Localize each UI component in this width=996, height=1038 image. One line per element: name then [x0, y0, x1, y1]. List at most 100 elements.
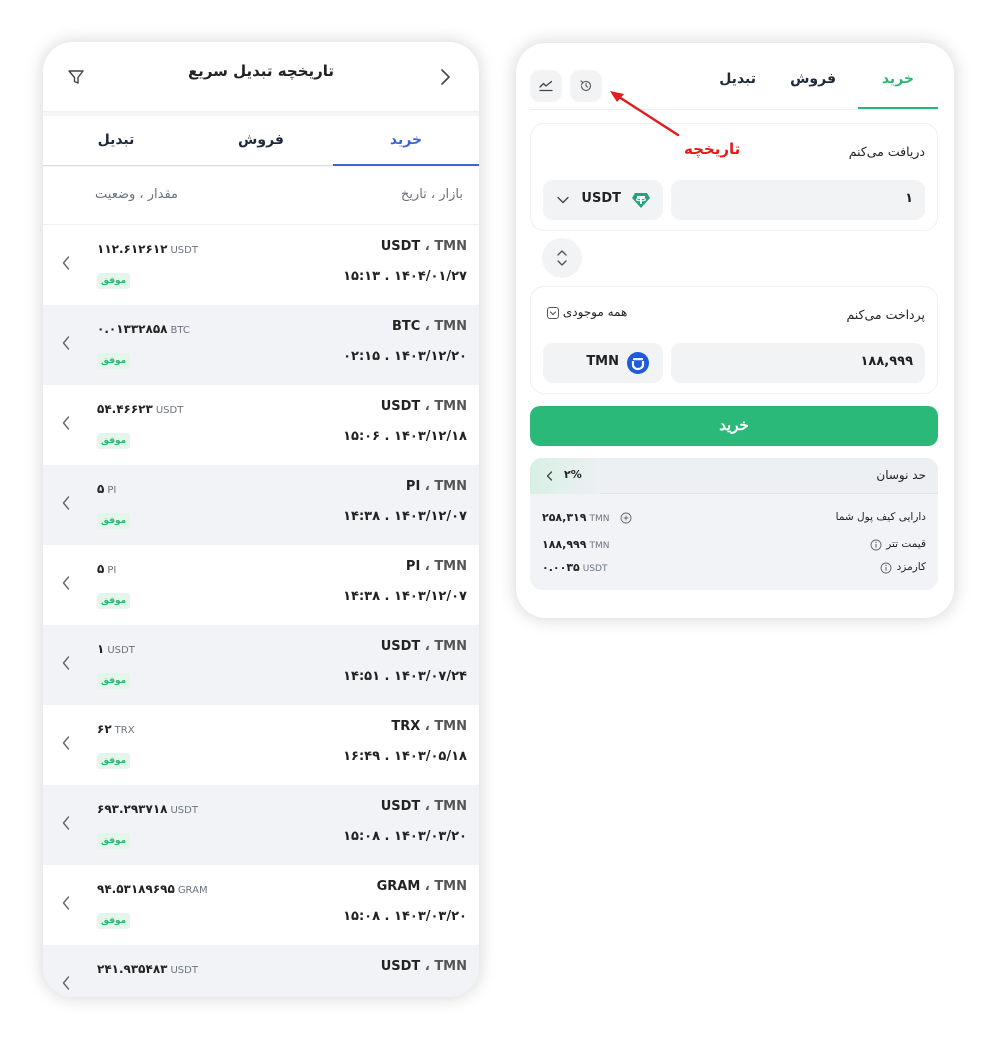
- chart-icon: [539, 80, 553, 92]
- table-row[interactable]: PI ، TMN ۱۴۰۳/۱۲/۰۷ . ۱۴:۳۸ ۵ PI موفق: [43, 545, 479, 625]
- transaction-amount: ۶۹۳.۲۹۳۷۱۸ USDT: [97, 802, 198, 816]
- table-row[interactable]: USDT ، TMN ۲۴۱.۹۳۵۴۸۳ USDT: [43, 945, 479, 997]
- table-row[interactable]: GRAM ، TMN ۱۴۰۳/۰۳/۲۰ . ۱۵:۰۸ ۹۴.۵۳۱۸۹۶۹۵ G…: [43, 865, 479, 945]
- tab-exchange[interactable]: تبدیل: [43, 116, 189, 166]
- receive-currency-select[interactable]: USDT: [543, 180, 663, 220]
- table-row[interactable]: BTC ، TMN ۱۴۰۳/۱۲/۲۰ . ۰۲:۱۵ ۰.۰۱۳۳۲۸۵۸ BTC…: [43, 305, 479, 385]
- info-icon[interactable]: [880, 562, 892, 574]
- pay-currency-select[interactable]: TMN: [543, 343, 663, 383]
- status-badge: موفق: [97, 353, 131, 369]
- history-header: تاریخچه تبدیل سریع: [43, 42, 479, 112]
- transaction-amount: ۹۴.۵۳۱۸۹۶۹۵ GRAM: [97, 882, 208, 896]
- chevron-left-icon: [62, 976, 70, 990]
- table-header: بازار ، تاریخ مقدار ، وضعیت: [43, 167, 479, 225]
- market-pair: USDT ، TMN: [380, 959, 467, 974]
- market-pair: PI ، TMN: [405, 479, 467, 494]
- transaction-amount: ۵۴.۴۶۶۲۳ USDT: [97, 402, 184, 416]
- chevron-left-icon: [62, 896, 70, 910]
- transaction-date: ۱۴۰۳/۰۳/۲۰ . ۱۵:۰۸: [343, 829, 467, 844]
- receive-label: دریافت می‌کنم: [848, 144, 925, 159]
- table-row[interactable]: USDT ، TMN ۱۴۰۳/۱۲/۱۸ . ۱۵:۰۶ ۵۴.۴۶۶۲۳ USDT…: [43, 385, 479, 465]
- table-row[interactable]: TRX ، TMN ۱۴۰۳/۰۵/۱۸ . ۱۶:۴۹ ۶۲ TRX موفق: [43, 705, 479, 785]
- add-circle-icon[interactable]: [620, 512, 632, 524]
- tab-buy[interactable]: خرید: [333, 116, 479, 166]
- tether-icon: [632, 193, 650, 208]
- tether-price-label: قیمت تتر: [886, 538, 926, 550]
- chevron-left-icon: [62, 736, 70, 750]
- chevron-left-icon: [62, 496, 70, 510]
- history-icon: [580, 80, 592, 92]
- transaction-amount: ۵ PI: [97, 482, 117, 496]
- tab-sell[interactable]: فروش: [790, 71, 836, 87]
- status-badge: موفق: [97, 513, 131, 529]
- market-pair: USDT ، TMN: [380, 639, 467, 654]
- annotation-arrow: [610, 91, 680, 137]
- status-badge: موفق: [97, 433, 131, 449]
- wallet-balance-value: ۲۵۸,۳۱۹ TMN: [542, 511, 610, 524]
- status-badge: موفق: [97, 673, 131, 689]
- all-balance-toggle[interactable]: همه موجودی: [543, 305, 627, 319]
- status-badge: موفق: [97, 753, 131, 769]
- receive-amount-value: ۱: [905, 191, 913, 206]
- buy-button[interactable]: خرید: [530, 406, 938, 446]
- transaction-date: ۱۴۰۴/۰۱/۲۷ . ۱۵:۱۳: [343, 269, 467, 284]
- fee-label: کارمزد: [896, 561, 926, 573]
- swap-vertical-icon: [557, 250, 567, 266]
- history-button[interactable]: [570, 70, 602, 102]
- filter-icon[interactable]: [67, 68, 85, 86]
- swap-button[interactable]: [542, 238, 582, 278]
- market-pair: TRX ، TMN: [391, 719, 467, 734]
- slippage-selector[interactable]: ۲%: [530, 458, 600, 494]
- history-panel: تاریخچه تبدیل سریع خرید فروش تبدیل بازار…: [43, 42, 479, 997]
- transaction-amount: ۰.۰۱۳۳۲۸۵۸ BTC: [97, 322, 190, 336]
- table-row[interactable]: USDT ، TMN ۱۴۰۴/۰۱/۲۷ . ۱۵:۱۳ ۱۱۲.۶۱۲۶۱۲ US…: [43, 225, 479, 305]
- transaction-date: ۱۴۰۳/۱۲/۱۸ . ۱۵:۰۶: [343, 429, 467, 444]
- transaction-amount: ۱ USDT: [97, 642, 135, 656]
- market-pair: USDT ، TMN: [380, 239, 467, 254]
- tether-price-value: ۱۸۸,۹۹۹ TMN: [542, 538, 610, 551]
- column-amount-status: مقدار ، وضعیت: [95, 187, 178, 202]
- slippage-label: حد نوسان: [876, 468, 926, 482]
- column-market-date: بازار ، تاریخ: [400, 187, 463, 202]
- table-row[interactable]: USDT ، TMN ۱۴۰۳/۰۷/۲۴ . ۱۴:۵۱ ۱ USDT موفق: [43, 625, 479, 705]
- table-row[interactable]: USDT ، TMN ۱۴۰۳/۰۳/۲۰ . ۱۵:۰۸ ۶۹۳.۲۹۳۷۱۸ US…: [43, 785, 479, 865]
- market-pair: BTC ، TMN: [391, 319, 467, 334]
- chevron-right-icon[interactable]: [439, 68, 451, 86]
- slippage-value: ۲%: [564, 468, 582, 481]
- status-badge: موفق: [97, 273, 131, 289]
- history-list: USDT ، TMN ۱۴۰۴/۰۱/۲۷ . ۱۵:۱۳ ۱۱۲.۶۱۲۶۱۲ US…: [43, 225, 479, 997]
- chevron-left-icon: [62, 656, 70, 670]
- pay-panel: پرداخت می‌کنم همه موجودی ۱۸۸,۹۹۹ TMN: [530, 286, 938, 394]
- divider: [530, 109, 938, 110]
- wallet-balance-label: دارایی کیف پول شما: [835, 511, 926, 523]
- checkbox-icon: [547, 306, 559, 319]
- receive-amount-input[interactable]: ۱: [671, 180, 925, 220]
- transaction-amount: ۲۴۱.۹۳۵۴۸۳ USDT: [97, 962, 198, 976]
- market-pair: GRAM ، TMN: [376, 879, 467, 894]
- status-badge: موفق: [97, 593, 131, 609]
- transaction-date: ۱۴۰۳/۰۵/۱۸ . ۱۶:۴۹: [343, 749, 467, 764]
- slippage-row[interactable]: حد نوسان ۲%: [530, 458, 938, 494]
- pay-label: پرداخت می‌کنم: [846, 307, 925, 322]
- tab-buy[interactable]: خرید: [882, 71, 914, 87]
- market-pair: USDT ، TMN: [380, 399, 467, 414]
- fee-row: کارمزد ۰.۰۰۳۵ USDT: [530, 559, 938, 579]
- toman-icon: [627, 352, 649, 374]
- status-badge: موفق: [97, 833, 131, 849]
- wallet-balance-row: دارایی کیف پول شما ۲۵۸,۳۱۹ TMN: [530, 509, 938, 529]
- transaction-date: ۱۴۰۳/۱۲/۰۷ . ۱۴:۳۸: [343, 509, 467, 524]
- chevron-left-icon: [546, 471, 553, 481]
- trade-tabs: خرید فروش تبدیل: [516, 43, 954, 110]
- tab-exchange[interactable]: تبدیل: [719, 71, 756, 87]
- transaction-date: ۱۴۰۳/۱۲/۰۷ . ۱۴:۳۸: [343, 589, 467, 604]
- transaction-amount: ۶۲ TRX: [97, 722, 135, 736]
- info-icon[interactable]: [870, 539, 882, 551]
- tab-sell[interactable]: فروش: [188, 116, 334, 166]
- all-balance-label: همه موجودی: [562, 305, 628, 319]
- chevron-left-icon: [62, 336, 70, 350]
- chart-button[interactable]: [530, 70, 562, 102]
- transaction-amount: ۵ PI: [97, 562, 117, 576]
- table-row[interactable]: PI ، TMN ۱۴۰۳/۱۲/۰۷ . ۱۴:۳۸ ۵ PI موفق: [43, 465, 479, 545]
- trade-info-panel: حد نوسان ۲% دارایی کیف پول شما ۲۵۸,۳۱۹ TM…: [530, 458, 938, 590]
- pay-amount-input[interactable]: ۱۸۸,۹۹۹: [671, 343, 925, 383]
